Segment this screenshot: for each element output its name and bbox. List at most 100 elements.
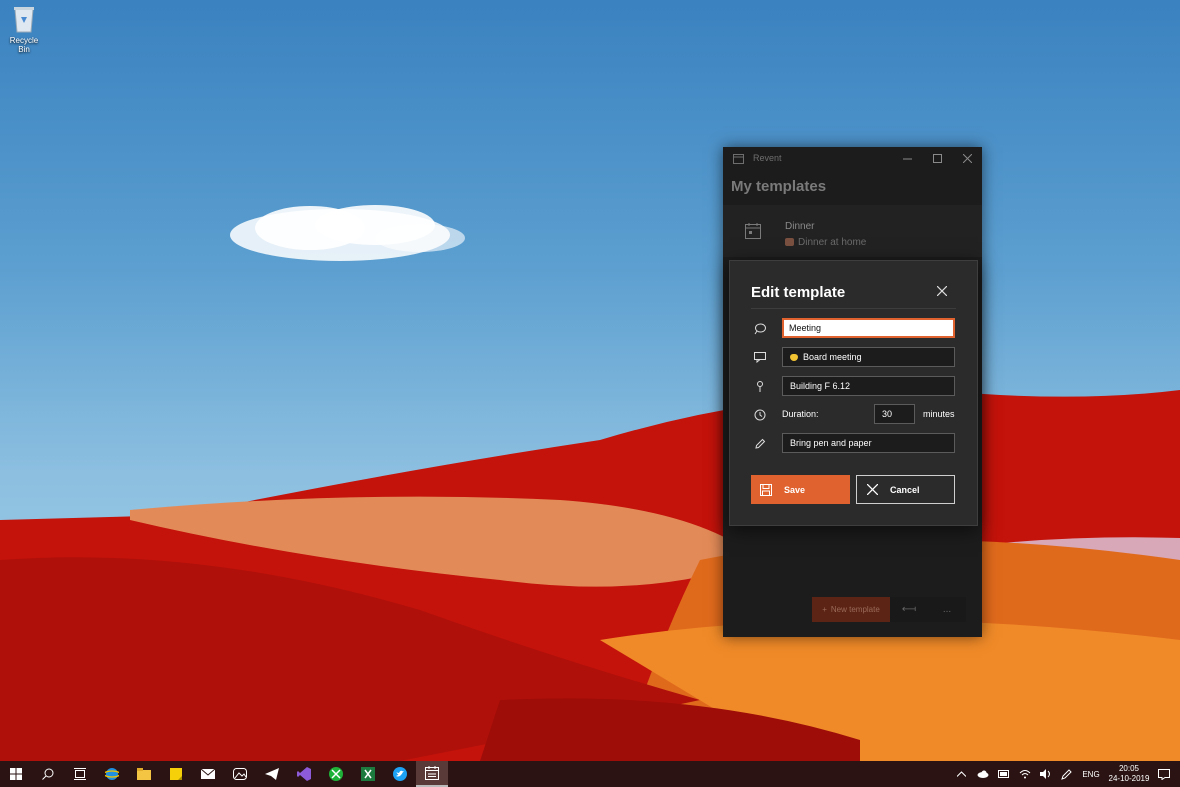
save-button[interactable]: Save bbox=[751, 475, 850, 504]
chevron-up-icon bbox=[957, 771, 966, 777]
cancel-icon bbox=[865, 483, 879, 497]
tray-volume[interactable] bbox=[1035, 761, 1056, 787]
app-calendar-icon bbox=[733, 153, 744, 164]
start-button[interactable] bbox=[0, 761, 32, 787]
taskbar-revent[interactable] bbox=[416, 761, 448, 787]
dialog-separator bbox=[751, 308, 956, 309]
more-icon: ... bbox=[942, 604, 952, 615]
location-input[interactable]: Building F 6.12 bbox=[782, 376, 955, 396]
search-button[interactable] bbox=[32, 761, 64, 787]
xbox-icon bbox=[329, 767, 343, 781]
close-window-button[interactable] bbox=[952, 147, 982, 169]
windows-logo-icon bbox=[10, 768, 22, 780]
save-icon bbox=[759, 483, 773, 497]
excel-icon bbox=[361, 767, 375, 781]
edit-template-dialog: Edit template Meeting Board meeting Buil… bbox=[729, 260, 978, 526]
wifi-icon bbox=[1019, 770, 1030, 779]
clock[interactable]: 20:05 24-10-2019 bbox=[1105, 764, 1153, 784]
tray-pen[interactable] bbox=[1056, 761, 1077, 787]
close-icon bbox=[937, 286, 947, 296]
cancel-label: Cancel bbox=[890, 484, 920, 495]
minimize-button[interactable] bbox=[892, 147, 922, 169]
language-indicator[interactable]: ENG bbox=[1077, 770, 1105, 779]
sticky-notes-icon bbox=[170, 768, 182, 780]
handshake-emoji-icon bbox=[790, 354, 798, 361]
notes-input[interactable]: Bring pen and paper bbox=[782, 433, 955, 453]
taskbar-xbox[interactable] bbox=[320, 761, 352, 787]
mail-icon bbox=[201, 769, 215, 779]
taskbar-mail[interactable] bbox=[192, 761, 224, 787]
title-bar: Revent bbox=[723, 147, 982, 169]
twitter-icon bbox=[393, 767, 407, 781]
clock-icon bbox=[753, 408, 767, 422]
dialog-title: Edit template bbox=[751, 284, 846, 301]
task-view-icon bbox=[74, 768, 86, 780]
tray-onedrive[interactable] bbox=[972, 761, 993, 787]
visual-studio-icon bbox=[297, 767, 311, 781]
maximize-button[interactable] bbox=[922, 147, 952, 169]
food-emoji-icon bbox=[785, 238, 794, 246]
red-hills bbox=[0, 390, 1180, 761]
tray-battery[interactable] bbox=[993, 761, 1014, 787]
duration-unit: minutes bbox=[923, 409, 955, 419]
show-hidden-icons[interactable] bbox=[951, 761, 972, 787]
desktop: Recycle Bin bbox=[0, 0, 1180, 761]
new-template-button[interactable]: + New template bbox=[812, 597, 890, 622]
duration-label: Duration: bbox=[782, 409, 819, 419]
maximize-icon bbox=[932, 153, 942, 163]
taskbar-sticky-notes[interactable] bbox=[160, 761, 192, 787]
search-icon bbox=[42, 768, 54, 780]
more-button[interactable]: ... bbox=[928, 597, 966, 622]
recycle-bin-label: Recycle Bin bbox=[9, 36, 39, 54]
dialog-close-button[interactable] bbox=[934, 283, 950, 299]
save-label: Save bbox=[784, 484, 806, 495]
location-pin-icon bbox=[753, 379, 767, 393]
taskbar-telegram[interactable] bbox=[256, 761, 288, 787]
clock-time: 20:05 bbox=[1118, 764, 1140, 773]
duration-input[interactable]: 30 bbox=[874, 404, 915, 424]
taskbar-photos[interactable] bbox=[224, 761, 256, 787]
subject-input-text: Board meeting bbox=[803, 352, 862, 362]
taskbar-file-explorer[interactable] bbox=[128, 761, 160, 787]
task-view-button[interactable] bbox=[64, 761, 96, 787]
internet-explorer-icon bbox=[105, 768, 119, 780]
bottom-command-bar: + New template ⟻ ... bbox=[812, 597, 967, 622]
recycle-bin[interactable]: Recycle Bin bbox=[4, 4, 44, 54]
page-title: My templates bbox=[731, 178, 827, 195]
import-button[interactable]: ⟻ bbox=[890, 597, 928, 622]
action-center-button[interactable] bbox=[1153, 761, 1174, 787]
telegram-icon bbox=[265, 768, 279, 780]
taskbar: ENG 20:05 24-10-2019 bbox=[0, 761, 1180, 787]
window-title: Revent bbox=[753, 153, 782, 163]
cancel-button[interactable]: Cancel bbox=[856, 475, 955, 504]
template-description: Dinner at home bbox=[785, 237, 866, 248]
taskbar-twitter[interactable] bbox=[384, 761, 416, 787]
arrow-left-icon: ⟻ bbox=[901, 604, 917, 615]
template-name: Dinner bbox=[785, 221, 815, 232]
cloud-icon bbox=[977, 770, 988, 778]
notification-icon bbox=[1157, 768, 1170, 780]
calendar-icon bbox=[425, 766, 439, 780]
calendar-icon bbox=[745, 223, 761, 244]
pencil-icon bbox=[753, 437, 767, 451]
comment-icon bbox=[753, 350, 767, 364]
minimize-icon bbox=[902, 158, 912, 159]
clock-date: 24-10-2019 bbox=[1108, 774, 1150, 783]
subject-input[interactable]: Board meeting bbox=[782, 347, 955, 367]
recycle-bin-icon bbox=[14, 7, 34, 33]
taskbar-excel[interactable] bbox=[352, 761, 384, 787]
template-list-item[interactable]: Dinner Dinner at home bbox=[723, 205, 982, 257]
plus-icon: + bbox=[822, 605, 827, 614]
taskbar-ie[interactable] bbox=[96, 761, 128, 787]
taskbar-visual-studio[interactable] bbox=[288, 761, 320, 787]
template-description-text: Dinner at home bbox=[798, 237, 867, 248]
title-input[interactable]: Meeting bbox=[782, 318, 955, 338]
photos-icon bbox=[233, 768, 247, 780]
close-icon bbox=[962, 153, 972, 163]
tray-network[interactable] bbox=[1014, 761, 1035, 787]
battery-icon bbox=[997, 770, 1009, 778]
pen-icon bbox=[1061, 768, 1072, 780]
speech-bubble-icon bbox=[753, 322, 767, 336]
speaker-icon bbox=[1039, 769, 1050, 779]
new-template-label: New template bbox=[830, 605, 880, 614]
